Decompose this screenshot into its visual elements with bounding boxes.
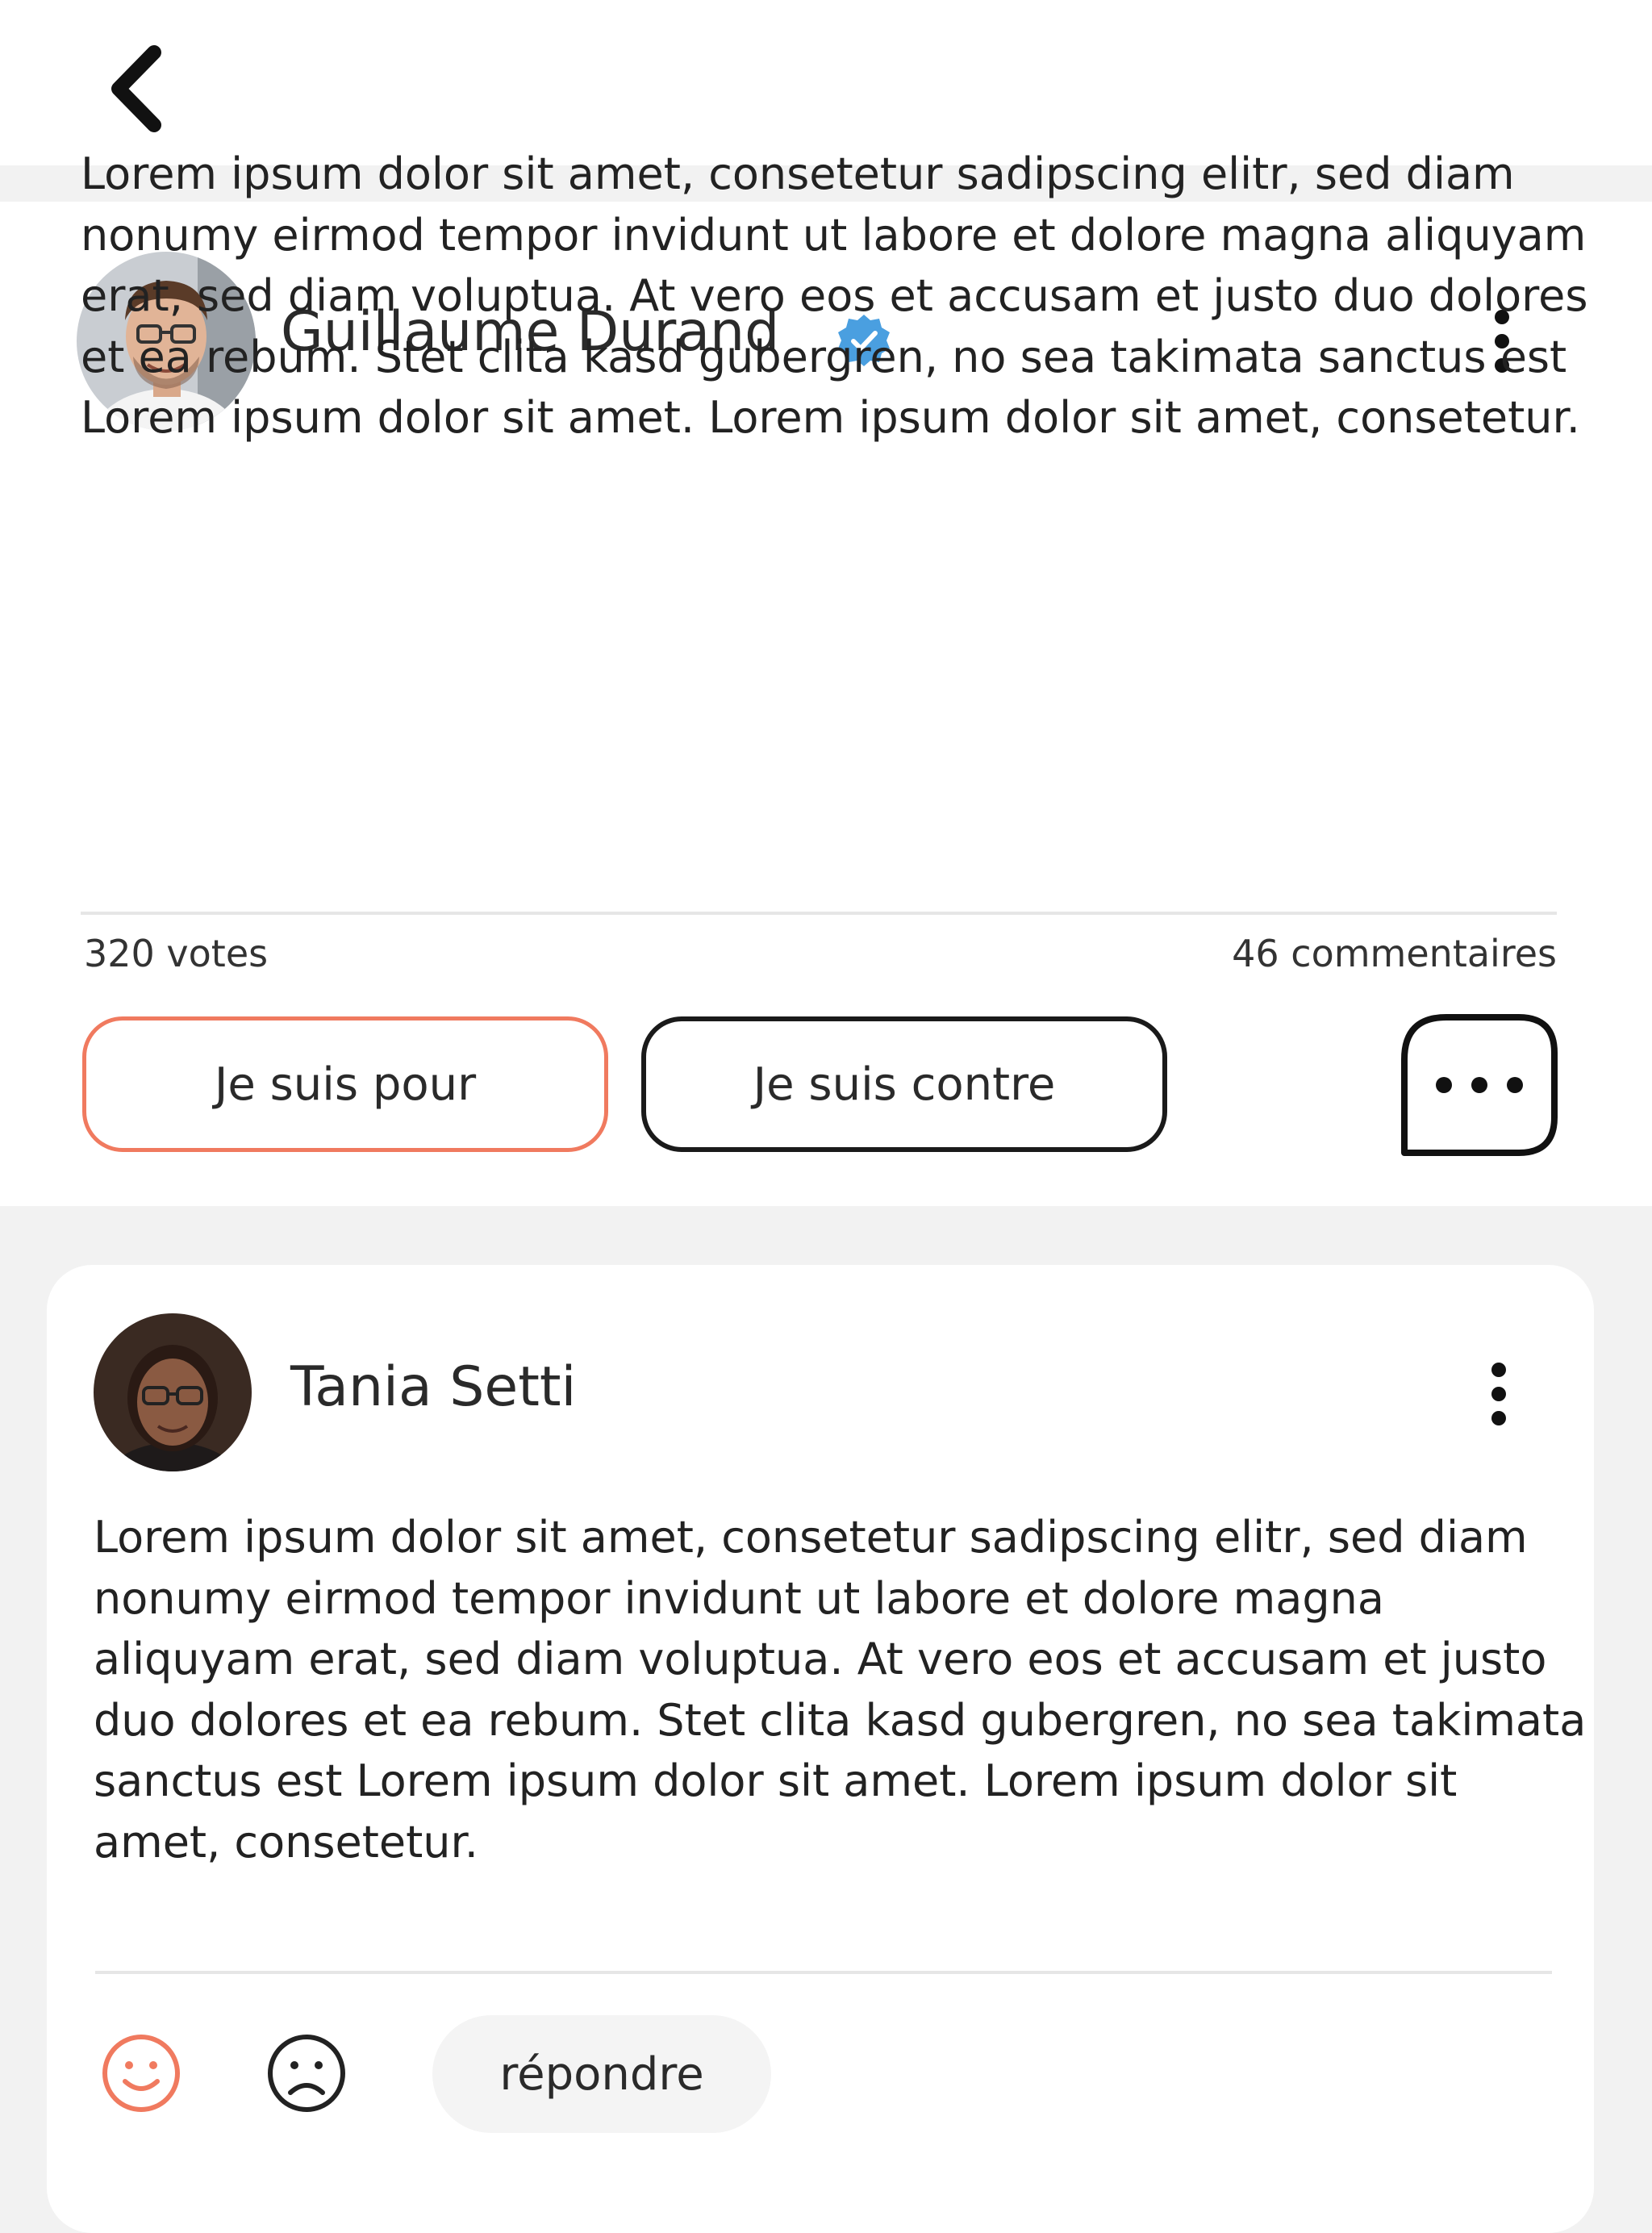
post-body: Lorem ipsum dolor sit amet, consetetur s…	[81, 148, 1588, 443]
smile-icon	[102, 2035, 180, 2112]
vote-for-button[interactable]: Je suis pour	[82, 1016, 608, 1152]
dislike-reaction-button[interactable]	[265, 2031, 348, 2115]
more-vertical-icon	[1491, 1363, 1506, 1425]
divider	[95, 1971, 1552, 1974]
comments-count[interactable]: 46 commentaires	[1232, 932, 1557, 975]
avatar[interactable]	[94, 1313, 252, 1471]
chevron-left-icon	[111, 45, 161, 132]
frown-icon	[268, 2035, 345, 2112]
vote-against-button[interactable]: Je suis contre	[641, 1016, 1167, 1152]
comment-menu-button[interactable]	[1475, 1350, 1523, 1438]
comment-card: Tania Setti Lorem ipsum dolor sit amet, …	[47, 1265, 1594, 2233]
divider	[81, 912, 1557, 915]
author-name[interactable]: Tania Setti	[290, 1355, 576, 1419]
comment-bubble-icon	[1401, 1014, 1558, 1156]
like-reaction-button[interactable]	[99, 2031, 183, 2115]
comment-button[interactable]	[1400, 1012, 1559, 1159]
votes-count: 320 votes	[84, 932, 269, 975]
reply-button[interactable]: répondre	[432, 2015, 771, 2133]
top-bar	[0, 0, 1652, 165]
back-button[interactable]	[95, 40, 176, 137]
comment-body: Lorem ipsum dolor sit amet, consetetur s…	[94, 1512, 1587, 1868]
post-card: Guillaume Durand Lorem ipsum dolor sit a…	[0, 148, 1652, 1206]
